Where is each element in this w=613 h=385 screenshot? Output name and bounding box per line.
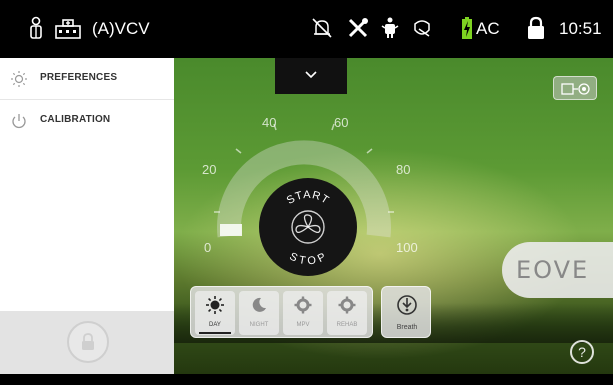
chevron-down-icon <box>305 71 317 79</box>
display-toggle-button[interactable] <box>553 76 597 100</box>
menu-item-preferences[interactable]: PREFERENCES <box>0 58 174 100</box>
power-icon <box>12 114 26 129</box>
patient-icon[interactable] <box>24 16 48 40</box>
alarm-silenced-icon[interactable] <box>310 16 334 40</box>
pull-down-tab[interactable] <box>275 58 347 94</box>
menu-item-label: CALIBRATION <box>40 114 111 125</box>
mode-selector: DAY NIGHT MPV REHAB <box>190 286 373 338</box>
ventilator-icon[interactable] <box>378 16 402 40</box>
mode-button-day[interactable]: DAY <box>195 291 235 335</box>
gear-icon <box>338 296 356 314</box>
dial-tick-label: 20 <box>202 162 216 177</box>
sun-settings-icon <box>11 71 27 87</box>
lock-icon[interactable] <box>524 16 548 40</box>
status-bar: (A)VCV AC 10:51 <box>0 0 613 58</box>
ventilation-mode-label[interactable]: (A)VCV <box>92 19 150 39</box>
moon-icon <box>252 297 266 312</box>
dial-tick-label: 80 <box>396 162 410 177</box>
sun-icon <box>206 296 224 314</box>
help-button[interactable]: ? <box>570 340 594 364</box>
mode-label: NIGHT <box>249 322 269 328</box>
svg-text:START: START <box>285 189 332 207</box>
clock-time: 10:51 <box>559 19 602 38</box>
mask-icon[interactable] <box>410 16 434 40</box>
bottom-bar <box>0 374 613 385</box>
breath-button[interactable]: Breath <box>381 286 431 338</box>
breath-label: Breath <box>396 324 418 331</box>
screen-lock-icon <box>561 83 590 95</box>
power-source-label: AC <box>476 19 500 38</box>
lock-icon <box>82 333 94 350</box>
hospital-icon[interactable] <box>54 16 82 40</box>
stop-label: STOP <box>287 251 327 268</box>
dial-tick-label: 60 <box>334 115 348 130</box>
breath-icon <box>397 295 417 315</box>
lock-area <box>0 311 174 374</box>
mode-button-rehab[interactable]: REHAB <box>327 291 367 335</box>
start-label: START <box>285 189 331 207</box>
menu-item-calibration[interactable]: CALIBRATION <box>0 100 174 142</box>
gear-icon <box>294 296 312 314</box>
mode-label: REHAB <box>336 322 358 328</box>
mode-button-mpv[interactable]: MPV <box>283 291 323 335</box>
dial-tick-label: 40 <box>262 115 276 130</box>
mode-label: DAY <box>209 322 221 328</box>
lock-button[interactable] <box>67 321 109 363</box>
active-indicator <box>199 332 231 334</box>
fan-icon <box>291 210 325 244</box>
mode-label: MPV <box>296 322 310 328</box>
menu-item-label: PREFERENCES <box>40 72 118 83</box>
tools-icon[interactable] <box>346 16 370 40</box>
dial-tick-label: 100 <box>396 240 418 255</box>
side-menu: PREFERENCES CALIBRATION <box>0 58 174 374</box>
brand-badge: EOVE <box>502 242 613 298</box>
dial-tick-label: 0 <box>204 240 211 255</box>
battery-charging-icon[interactable] <box>460 16 474 40</box>
mode-button-night[interactable]: NIGHT <box>239 291 279 335</box>
start-stop-button[interactable]: START STOP <box>259 178 357 276</box>
svg-text:STOP: STOP <box>287 251 328 268</box>
brand-logo: EOVE <box>516 256 590 284</box>
